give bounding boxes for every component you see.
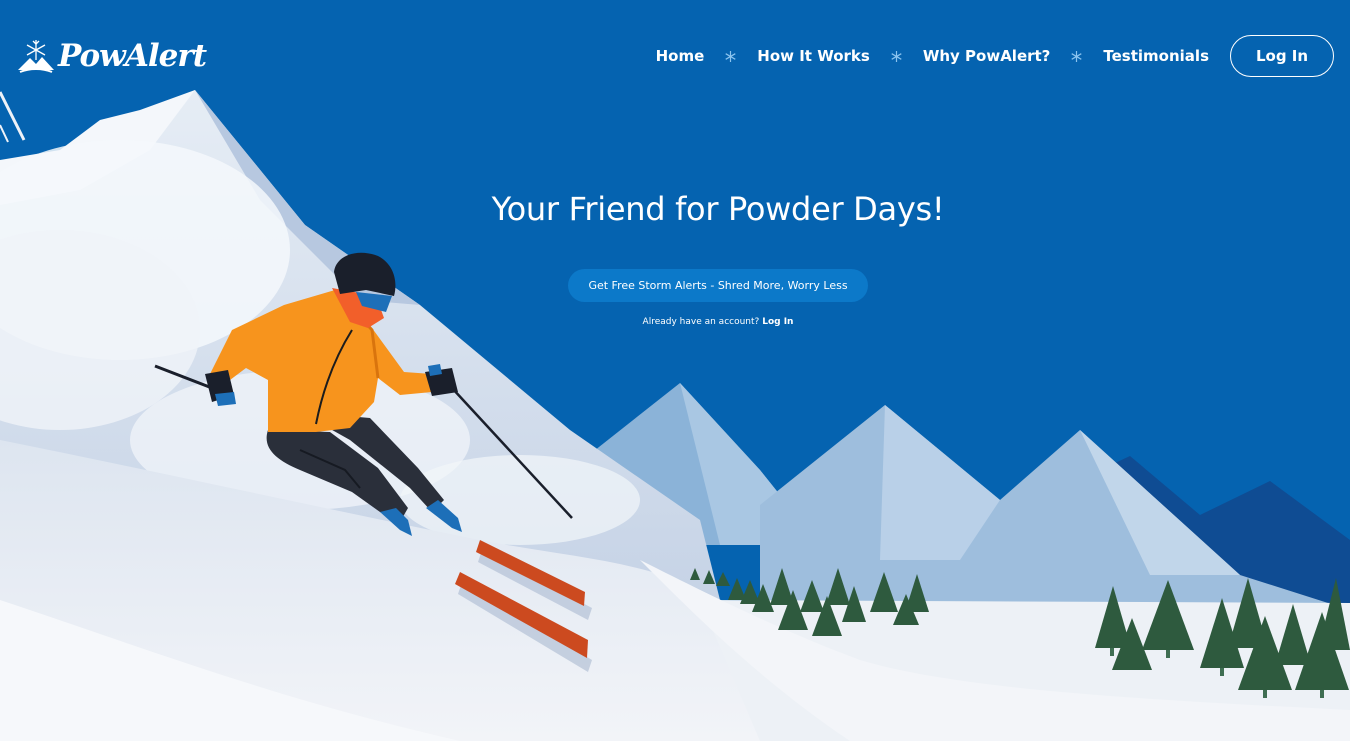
account-prompt: Already have an account? Log In — [568, 317, 868, 327]
snowflake-icon — [890, 50, 903, 63]
snowflake-mountain-icon — [18, 40, 54, 73]
nav-how-it-works[interactable]: How It Works — [757, 47, 870, 65]
storm-alerts-cta-button[interactable]: Get Free Storm Alerts - Shred More, Worr… — [568, 269, 868, 302]
hero-login-link[interactable]: Log In — [762, 317, 793, 327]
main-nav: Home How It Works Why PowAlert? Testimon… — [656, 35, 1334, 77]
logo[interactable]: PowAlert — [16, 35, 207, 77]
nav-why-powalert[interactable]: Why PowAlert? — [923, 47, 1051, 65]
hero-title: Your Friend for Powder Days! — [491, 190, 945, 228]
account-prompt-text: Already have an account? — [642, 317, 760, 327]
nav-testimonials[interactable]: Testimonials — [1103, 47, 1209, 65]
snowflake-icon — [1070, 50, 1083, 63]
snowflake-icon — [724, 50, 737, 63]
hero-illustration — [0, 90, 1350, 741]
brand-name: PowAlert — [58, 37, 207, 74]
skier-helmet — [334, 252, 396, 296]
nav-home[interactable]: Home — [656, 47, 705, 65]
login-button[interactable]: Log In — [1230, 35, 1334, 77]
